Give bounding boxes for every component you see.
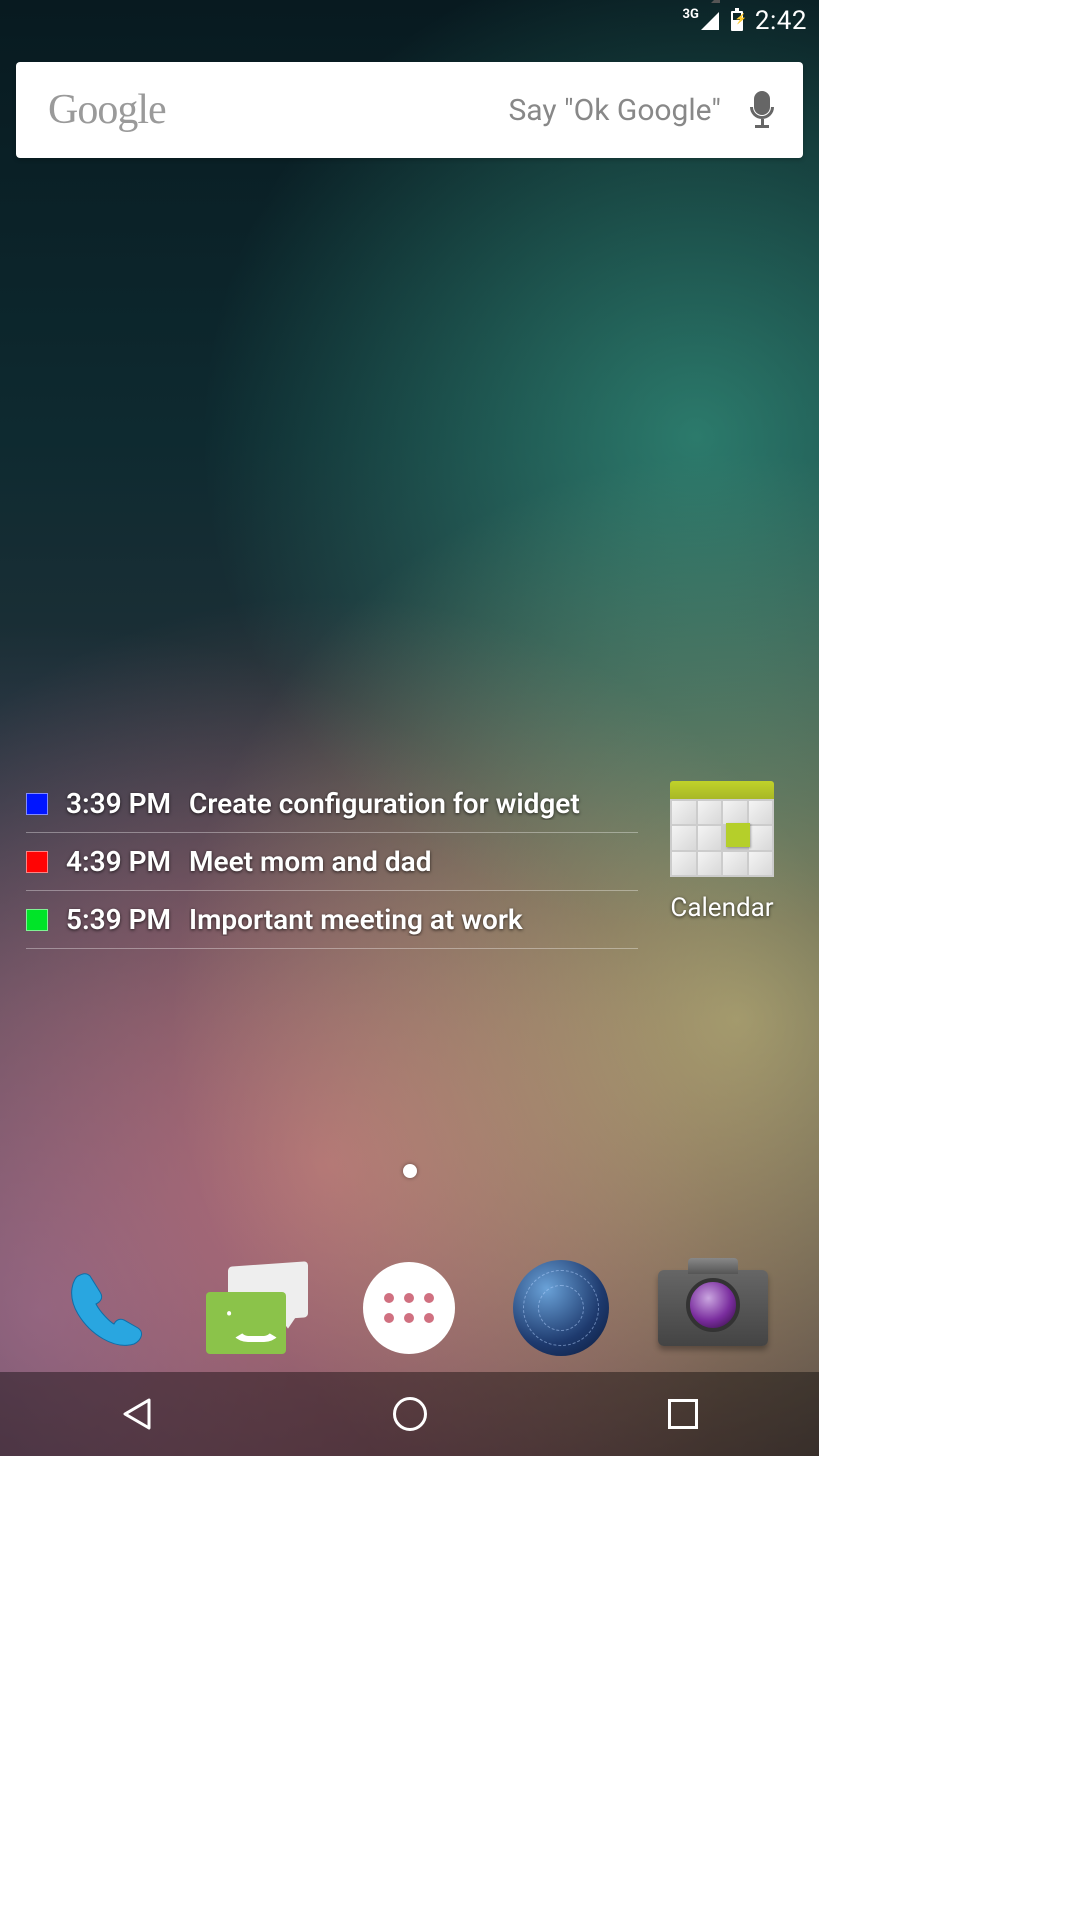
event-color-swatch [26, 909, 48, 931]
app-drawer-button[interactable] [353, 1252, 465, 1364]
calendar-event-row[interactable]: 4:39 PM Meet mom and dad [26, 833, 638, 891]
search-hint: Say "Ok Google" [166, 93, 721, 128]
calendar-event-row[interactable]: 5:39 PM Important meeting at work [26, 891, 638, 949]
nav-back-button[interactable] [115, 1392, 159, 1436]
phone-app[interactable] [50, 1252, 162, 1364]
event-color-swatch [26, 851, 48, 873]
signal-icon [701, 12, 719, 30]
calendar-icon [666, 781, 778, 881]
microphone-icon[interactable] [749, 91, 775, 129]
page-indicator [403, 1164, 417, 1178]
event-title: Create configuration for widget [189, 787, 638, 820]
network-3g-label: 3G [683, 7, 699, 22]
event-time: 3:39 PM [66, 787, 171, 820]
event-title: Important meeting at work [189, 903, 638, 936]
calendar-app-label: Calendar [670, 893, 773, 923]
event-time: 5:39 PM [66, 903, 171, 936]
nav-recent-button[interactable] [661, 1392, 705, 1436]
messaging-icon [206, 1292, 286, 1354]
event-title: Meet mom and dad [189, 845, 638, 878]
calendar-widget[interactable]: 3:39 PM Create configuration for widget … [26, 775, 801, 949]
home-icon [393, 1397, 427, 1431]
recent-icon [668, 1399, 698, 1429]
globe-icon [513, 1260, 609, 1356]
app-drawer-icon [363, 1262, 455, 1354]
battery-icon: ⚡ [731, 11, 743, 31]
google-search-bar[interactable]: Google Say "Ok Google" [16, 62, 803, 158]
browser-app[interactable] [505, 1252, 617, 1364]
messaging-app[interactable] [202, 1252, 314, 1364]
wallpaper [0, 0, 819, 1456]
camera-app[interactable] [657, 1252, 769, 1364]
calendar-event-row[interactable]: 3:39 PM Create configuration for widget [26, 775, 638, 833]
google-logo: Google [48, 86, 166, 134]
event-color-swatch [26, 793, 48, 815]
camera-icon [658, 1270, 768, 1346]
calendar-app-shortcut[interactable]: Calendar [662, 781, 782, 949]
status-bar[interactable]: 3G ⚡ 2:42 [0, 0, 819, 42]
status-time: 2:42 [755, 6, 807, 36]
phone-icon [56, 1258, 156, 1358]
calendar-event-list: 3:39 PM Create configuration for widget … [26, 775, 638, 949]
navigation-bar [0, 1372, 819, 1456]
nav-home-button[interactable] [388, 1392, 432, 1436]
home-dock [0, 1248, 819, 1368]
back-icon [119, 1396, 155, 1432]
event-time: 4:39 PM [66, 845, 171, 878]
